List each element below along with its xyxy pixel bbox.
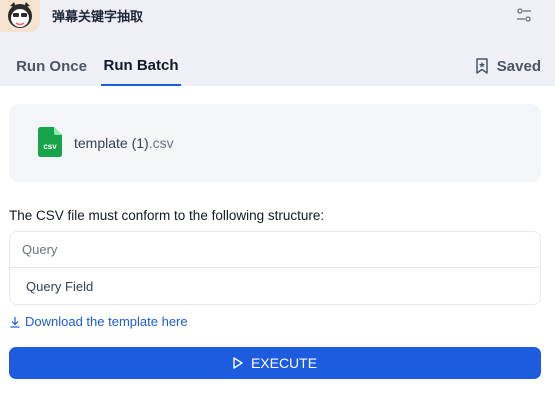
settings-toggle-button[interactable] (513, 5, 535, 25)
app-header: 弹幕关键字抽取 (0, 0, 555, 32)
structure-table: Query Query Field (9, 231, 541, 305)
app-logo-icon (0, 0, 40, 32)
download-template-link[interactable]: Download the template here (9, 314, 188, 329)
execute-button[interactable]: EXECUTE (9, 347, 541, 379)
sliders-icon (517, 8, 531, 22)
saved-button[interactable]: Saved (475, 46, 541, 86)
csv-icon-label: csv (43, 142, 57, 151)
tab-run-batch[interactable]: Run Batch (101, 46, 181, 86)
mode-tabs: Run Once Run Batch Saved (0, 46, 555, 86)
download-icon (10, 316, 20, 328)
download-template-label: Download the template here (25, 314, 188, 329)
bookmark-star-icon (476, 58, 488, 74)
file-extension: .csv (148, 135, 174, 151)
top-bar: 弹幕关键字抽取 Run Once Run Batch Saved (0, 0, 555, 86)
execute-label: EXECUTE (250, 355, 318, 371)
app-title: 弹幕关键字抽取 (52, 10, 144, 25)
saved-label: Saved (496, 57, 541, 75)
structure-table-header: Query (10, 232, 540, 268)
play-icon (233, 357, 243, 369)
file-name: template (1).csv (74, 135, 174, 151)
csv-file-icon: csv (38, 127, 62, 157)
uploaded-file-card[interactable]: csv template (1).csv (9, 104, 541, 182)
file-basename: template (1) (74, 135, 149, 151)
structure-description: The CSV file must conform to the followi… (9, 208, 325, 223)
structure-table-row: Query Field (26, 278, 94, 294)
tab-run-once[interactable]: Run Once (12, 46, 91, 86)
